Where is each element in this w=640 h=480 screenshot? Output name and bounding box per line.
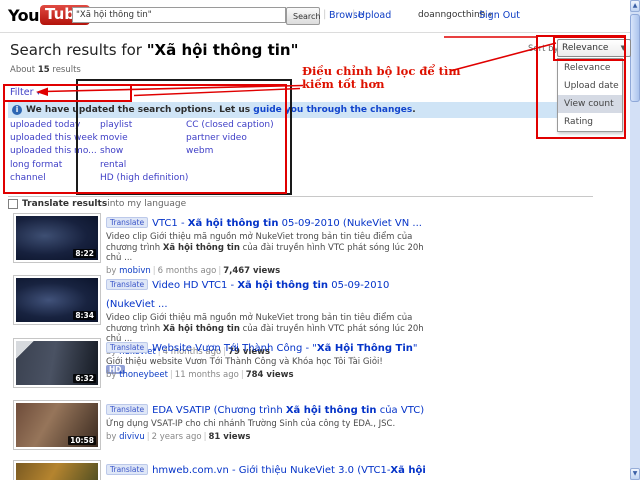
filter-option[interactable]: show	[100, 146, 188, 159]
video-thumbnail[interactable]	[13, 460, 101, 480]
sign-out-link[interactable]: Sign Out	[479, 10, 520, 21]
arrow-up-icon: ▲	[632, 2, 638, 9]
video-thumbnail[interactable]: 6:32	[13, 338, 101, 388]
sort-dropdown-button[interactable]: Relevance ▼	[557, 39, 631, 57]
thumbnail-image: 6:32	[16, 341, 98, 385]
filter-column-1: uploaded today uploaded this week upload…	[10, 120, 98, 186]
translate-button[interactable]: Translate	[106, 342, 149, 353]
filter-option[interactable]: CC (closed caption)	[186, 120, 274, 133]
filter-option[interactable]: HD (high definition)	[100, 173, 188, 186]
filter-option[interactable]: channel	[10, 173, 98, 186]
search-input[interactable]	[72, 7, 286, 23]
filter-option[interactable]: uploaded this mo...	[10, 146, 98, 159]
arrow-down-icon: ▼	[632, 470, 638, 477]
sort-dropdown-menu: Relevance Upload date View count Rating	[557, 58, 623, 132]
video-title-link[interactable]: EDA VSATIP (Chương trình Xã hội thông ti…	[152, 405, 424, 416]
scroll-up-button[interactable]: ▲	[630, 0, 640, 12]
translate-results-row: Translate results into my language	[8, 199, 186, 209]
filter-option[interactable]: uploaded today	[10, 120, 98, 133]
view-count: 784 views	[245, 369, 294, 380]
page-title-query: "Xã hội thông tin"	[146, 41, 299, 59]
filter-column-3: CC (closed caption) partner video webm	[186, 120, 274, 160]
duration-badge: 6:32	[73, 374, 96, 383]
logo-you-text: You	[8, 5, 40, 25]
sort-option-relevance[interactable]: Relevance	[558, 59, 622, 77]
filter-option[interactable]: partner video	[186, 133, 274, 146]
duration-badge: 10:58	[68, 436, 96, 445]
info-icon: i	[12, 105, 22, 115]
guide-link[interactable]: guide you through the changes	[253, 105, 412, 115]
translate-button[interactable]: Translate	[106, 404, 149, 415]
sort-option-upload-date[interactable]: Upload date	[558, 77, 622, 95]
video-age: 2 years ago	[151, 431, 202, 442]
duration-badge: 8:22	[73, 249, 96, 258]
scrollbar-thumb[interactable]	[630, 14, 640, 102]
filter-column-2: playlist movie show rental HD (high defi…	[100, 120, 188, 186]
filter-option[interactable]: playlist	[100, 120, 188, 133]
video-title-link[interactable]: VTC1 - Xã hội thông tin 05-09-2010 (Nuke…	[152, 218, 422, 229]
duration-badge: 8:34	[73, 311, 96, 320]
filter-option[interactable]: movie	[100, 133, 188, 146]
chevron-down-icon: ▾	[36, 89, 41, 97]
thumbnail-image: 10:58	[16, 403, 98, 447]
filter-option[interactable]: long format	[10, 160, 98, 173]
page-title: Search results for "Xã hội thông tin"	[10, 41, 298, 59]
search-result-row: Translate hmweb.com.vn - Giới thiệu NukeV…	[13, 458, 595, 480]
sort-option-view-count[interactable]: View count	[558, 95, 622, 113]
translate-button[interactable]: Translate	[106, 464, 149, 475]
video-thumbnail[interactable]: 10:58	[13, 400, 101, 450]
video-description: Video clip Giới thiệu mã nguồn mở NukeVi…	[106, 232, 424, 263]
youtube-search-page: You Tube Search | Browse | Upload doanng…	[0, 0, 640, 480]
video-meta: by divivu | 2 years ago | 81 views	[106, 431, 251, 442]
header-separator: |	[323, 9, 327, 20]
video-description: Giới thiệu website Vươn Tới Thành Công v…	[106, 357, 383, 367]
video-meta: by thoneybeet | 11 months ago | 784 views	[106, 369, 294, 380]
filter-option[interactable]: uploaded this week	[10, 133, 98, 146]
filter-option[interactable]: rental	[100, 160, 188, 173]
filter-option[interactable]: webm	[186, 146, 274, 159]
search-button[interactable]: Search	[286, 7, 320, 25]
video-title-link[interactable]: Website Vươn Tới Thành Công - "Xã Hội Th…	[152, 343, 417, 354]
chevron-down-icon: ▼	[620, 44, 626, 52]
uploader-link[interactable]: divivu	[119, 432, 145, 442]
thumbnail-image	[16, 463, 98, 480]
search-options-notice: i We have updated the search options. Le…	[8, 102, 593, 118]
header-separator: |	[352, 9, 356, 20]
video-thumbnail[interactable]: 8:22	[13, 213, 101, 263]
thumbnail-image: 8:22	[16, 216, 98, 260]
video-age: 11 months ago	[174, 369, 239, 380]
sort-option-rating[interactable]: Rating	[558, 113, 622, 131]
annotation-note: Điều chỉnh bộ lọc để tìm kiếm tốt hơn	[302, 64, 461, 91]
content-divider	[8, 196, 593, 197]
username-text: doanngocthinh	[418, 10, 486, 20]
view-count: 81 views	[208, 431, 251, 442]
search-result-row: 8:34 Translate Video HD VTC1 - Xã hội thô…	[13, 273, 595, 374]
translate-button[interactable]: Translate	[106, 279, 149, 290]
video-title-link[interactable]: hmweb.com.vn - Giới thiệu NukeViet 3.0 (…	[106, 465, 426, 480]
scroll-down-button[interactable]: ▼	[630, 468, 640, 480]
sort-by-label: Sort by	[528, 44, 559, 54]
filter-toggle[interactable]: Filter ▾	[10, 87, 40, 98]
search-result-row: 6:32 Translate Website Vươn Tới Thành Côn…	[13, 336, 595, 397]
search-result-row: 8:22 Translate VTC1 - Xã hội thông tin 05…	[13, 211, 595, 276]
page-title-prefix: Search results for	[10, 41, 147, 59]
translate-button[interactable]: Translate	[106, 217, 149, 228]
search-result-row: 10:58 Translate EDA VSATIP (Chương trình …	[13, 398, 595, 459]
video-title-link[interactable]: Video HD VTC1 - Xã hội thông tin 05-09-2…	[106, 280, 389, 310]
uploader-link[interactable]: thoneybeet	[119, 370, 168, 380]
upload-link[interactable]: Upload	[358, 10, 391, 21]
video-thumbnail[interactable]: 8:34	[13, 275, 101, 325]
result-count-text: About 15 results	[10, 65, 81, 75]
translate-results-label: Translate results	[22, 199, 108, 209]
video-description: Ứng dụng VSAT-IP cho chi nhánh Trường Si…	[106, 419, 396, 429]
thumbnail-image: 8:34	[16, 278, 98, 322]
header-bar: You Tube Search | Browse | Upload doanng…	[0, 0, 630, 33]
notice-text: We have updated the search options. Let …	[26, 105, 254, 115]
sort-value: Relevance	[562, 43, 609, 53]
translate-results-checkbox[interactable]	[8, 199, 18, 209]
